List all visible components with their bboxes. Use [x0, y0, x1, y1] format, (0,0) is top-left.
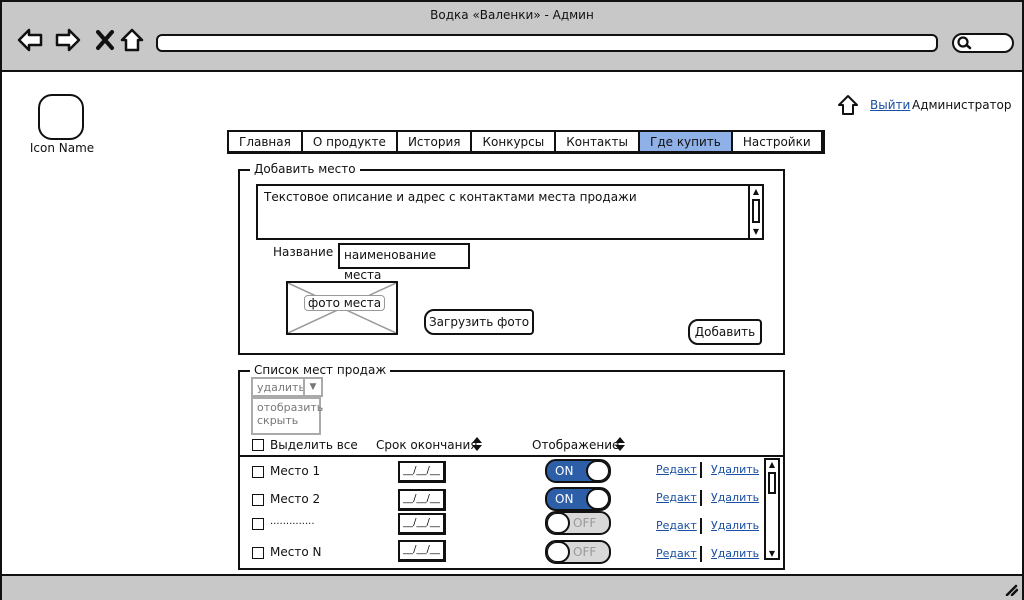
display-toggle[interactable]: OFF [545, 511, 611, 535]
name-field[interactable]: наименование места [338, 243, 470, 282]
option-hide[interactable]: скрыть [257, 414, 315, 427]
resize-grip-icon[interactable] [1004, 582, 1018, 596]
add-place-legend: Добавить место [250, 162, 360, 176]
tab-settings[interactable]: Настройки [733, 132, 821, 151]
title-bar: Водка «Валенки» - Админ [2, 2, 1022, 72]
logout-link[interactable]: Выйти [870, 98, 910, 112]
chevron-down-icon[interactable]: ▼ [303, 379, 321, 395]
tab-bar: Главная О продукте История Конкурсы Конт… [227, 130, 825, 154]
home-icon[interactable] [118, 26, 146, 54]
sort-icon[interactable] [614, 436, 626, 452]
header-divider [240, 455, 783, 457]
option-show[interactable]: отобразить [257, 401, 323, 414]
edit-link[interactable]: Редакт [656, 519, 697, 532]
name-label: Название [273, 245, 334, 259]
description-scrollbar[interactable]: ▲ ▼ [748, 186, 762, 238]
select-all-checkbox[interactable] [252, 439, 264, 451]
scroll-up-icon[interactable]: ▲ [751, 187, 761, 197]
toggle-state: OFF [573, 516, 597, 530]
scroll-thumb[interactable] [768, 472, 776, 494]
home-icon[interactable] [837, 94, 859, 116]
place-name: Место N [270, 545, 322, 559]
photo-caption: фото места [304, 295, 386, 311]
scroll-thumb[interactable] [752, 199, 760, 223]
scroll-down-icon[interactable]: ▼ [751, 227, 761, 237]
expiry-date-field[interactable]: __/__/__ [398, 461, 446, 483]
display-toggle[interactable]: ON [545, 487, 611, 511]
row-checkbox[interactable] [252, 494, 264, 506]
tab-history[interactable]: История [398, 132, 473, 151]
tab-contests[interactable]: Конкурсы [472, 132, 557, 151]
close-x-icon[interactable] [92, 26, 120, 54]
address-bar[interactable] [156, 34, 938, 52]
toggle-knob [586, 461, 609, 481]
display-options-list[interactable]: отобразить скрыть [251, 397, 323, 435]
toggle-state: ON [555, 464, 574, 478]
action-select[interactable]: удалить ▼ [251, 377, 323, 397]
add-place-group: Добавить место Текстовое описание и адре… [238, 162, 785, 355]
expiry-date-field[interactable]: __/__/__ [398, 540, 446, 562]
places-list-group: Список мест продаж удалить ▼ отобразить … [238, 363, 785, 570]
edit-link[interactable]: Редакт [656, 463, 697, 476]
tab-contacts[interactable]: Контакты [556, 132, 640, 151]
delete-link[interactable]: Удалить [711, 491, 759, 504]
display-toggle[interactable]: OFF [545, 540, 611, 564]
edit-link[interactable]: Редакт [656, 491, 697, 504]
select-all-label: Выделить все [270, 438, 358, 452]
toggle-knob [547, 513, 570, 533]
place-name: Место 2 [270, 492, 321, 506]
place-name: Место 1 [270, 464, 321, 478]
toggle-state: OFF [573, 545, 597, 559]
link-separator [700, 490, 702, 506]
places-list-legend: Список мест продаж [250, 363, 391, 377]
logo-label: Icon Name [29, 141, 95, 155]
edit-link[interactable]: Редакт [656, 547, 697, 560]
scroll-down-icon[interactable]: ▼ [767, 549, 777, 558]
expiry-date-field[interactable]: __/__/__ [398, 489, 446, 511]
link-separator [700, 546, 702, 562]
row-checkbox[interactable] [252, 466, 264, 478]
display-column-header[interactable]: Отображение [532, 438, 619, 452]
window-title: Водка «Валенки» - Админ [430, 8, 594, 22]
toggle-knob [586, 489, 609, 509]
back-arrow-icon[interactable] [16, 26, 44, 54]
delete-link[interactable]: Удалить [711, 547, 759, 560]
forward-arrow-icon[interactable] [54, 26, 82, 54]
place-name: .............. [270, 516, 315, 527]
description-textarea[interactable]: Текстовое описание и адрес с контактами … [256, 184, 764, 240]
photo-placeholder: фото места [286, 281, 398, 335]
display-toggle[interactable]: ON [545, 459, 611, 483]
status-bar [2, 574, 1022, 600]
list-scrollbar[interactable]: ▲ ▼ [764, 458, 780, 560]
logo-placeholder [38, 94, 84, 140]
description-text: Текстовое описание и адрес с контактами … [264, 190, 637, 204]
row-checkbox[interactable] [252, 518, 264, 530]
expiry-date-field[interactable]: __/__/__ [398, 513, 446, 535]
upload-photo-button[interactable]: Загрузить фото [424, 309, 534, 335]
tab-where-to-buy[interactable]: Где купить [640, 132, 733, 151]
tab-home[interactable]: Главная [229, 132, 303, 151]
link-separator [700, 462, 702, 478]
search-icon [957, 36, 972, 50]
search-box[interactable] [952, 33, 1014, 53]
sort-icon[interactable] [471, 436, 483, 452]
add-button[interactable]: Добавить [688, 319, 762, 345]
scroll-up-icon[interactable]: ▲ [767, 460, 777, 469]
delete-link[interactable]: Удалить [711, 463, 759, 476]
row-checkbox[interactable] [252, 547, 264, 559]
toggle-state: ON [555, 492, 574, 506]
user-role: Администратор [912, 98, 1012, 112]
toggle-knob [547, 542, 570, 562]
action-select-value: удалить [257, 381, 305, 394]
delete-link[interactable]: Удалить [711, 519, 759, 532]
expiry-column-header[interactable]: Срок окончания [376, 438, 477, 452]
link-separator [700, 518, 702, 534]
tab-about-product[interactable]: О продукте [303, 132, 398, 151]
